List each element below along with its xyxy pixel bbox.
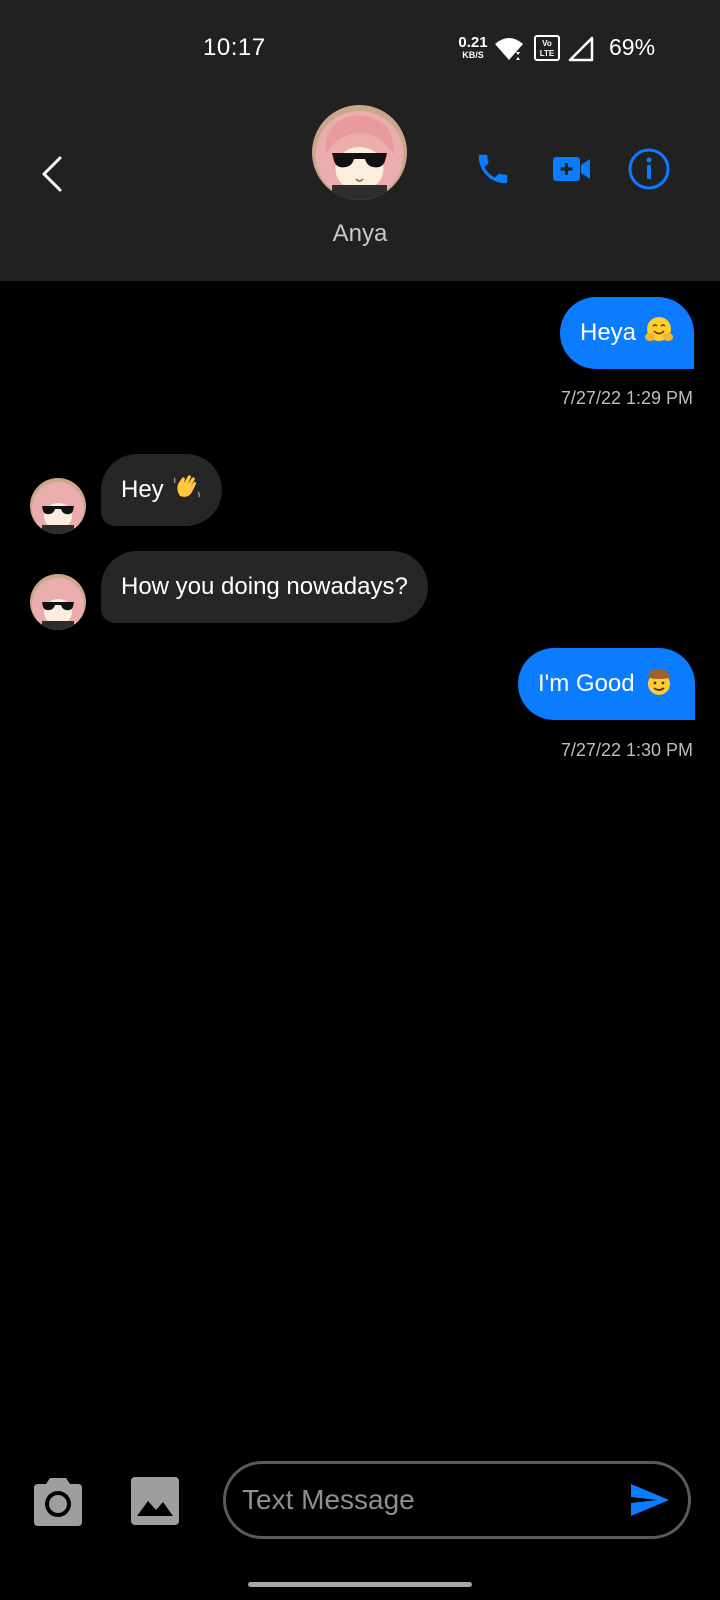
back-button[interactable] — [30, 149, 74, 199]
phone-icon — [478, 154, 508, 184]
video-call-button[interactable] — [549, 146, 595, 192]
conversation-header: Anya — [0, 96, 720, 281]
home-indicator[interactable] — [248, 1582, 472, 1587]
image-icon — [131, 1477, 179, 1525]
network-speed-value: 0.21 — [458, 34, 488, 51]
message-text: Heya — [580, 319, 637, 346]
network-speed: 0.21 KB/S — [456, 35, 490, 60]
message-input[interactable] — [242, 1464, 612, 1536]
messaging-app: 10:17 0.21 KB/S Vo LTE 69% Anya Heya 7/2… — [0, 0, 720, 1600]
svg-text:LTE: LTE — [540, 49, 555, 58]
status-time: 10:17 — [203, 34, 266, 61]
network-speed-unit: KB/S — [462, 50, 484, 60]
status-bar: 10:17 0.21 KB/S Vo LTE 69% — [0, 0, 720, 96]
outgoing-message-bubble[interactable]: Heya — [560, 297, 695, 369]
message-text: How you doing nowadays? — [121, 573, 408, 600]
signal-icon — [568, 36, 594, 67]
message-text: I'm Good — [538, 670, 635, 697]
outgoing-message-bubble[interactable]: I'm Good — [518, 648, 695, 720]
gallery-button[interactable] — [130, 1476, 186, 1532]
waving-hand-emoji — [172, 472, 202, 509]
volte-icon: Vo LTE — [534, 35, 560, 66]
camera-icon — [34, 1478, 82, 1526]
contact-name[interactable]: Anya — [260, 220, 460, 248]
send-icon — [631, 1484, 669, 1516]
message-timestamp: 7/27/22 1:29 PM — [560, 388, 693, 408]
incoming-message-bubble[interactable]: Hey — [101, 454, 222, 526]
battery-percentage: 69% — [609, 34, 656, 60]
camera-button[interactable] — [30, 1476, 90, 1532]
message-input-container[interactable] — [223, 1461, 691, 1539]
info-icon — [628, 148, 670, 190]
contact-avatar-small[interactable] — [30, 574, 86, 630]
contact-avatar-small[interactable] — [30, 478, 86, 534]
hugging-face-emoji — [644, 315, 674, 352]
call-button[interactable] — [470, 146, 516, 192]
back-chevron-icon — [42, 156, 62, 192]
info-button[interactable] — [626, 146, 672, 192]
message-timestamp: 7/27/22 1:30 PM — [560, 740, 693, 760]
send-button[interactable] — [626, 1476, 674, 1524]
video-camera-icon — [553, 157, 590, 181]
wifi-icon — [494, 36, 524, 67]
contact-avatar[interactable] — [312, 105, 407, 200]
cowboy-face-emoji — [643, 665, 675, 704]
svg-text:Vo: Vo — [542, 39, 552, 48]
incoming-message-bubble[interactable]: How you doing nowadays? — [101, 551, 428, 623]
message-text: Hey — [121, 476, 164, 503]
